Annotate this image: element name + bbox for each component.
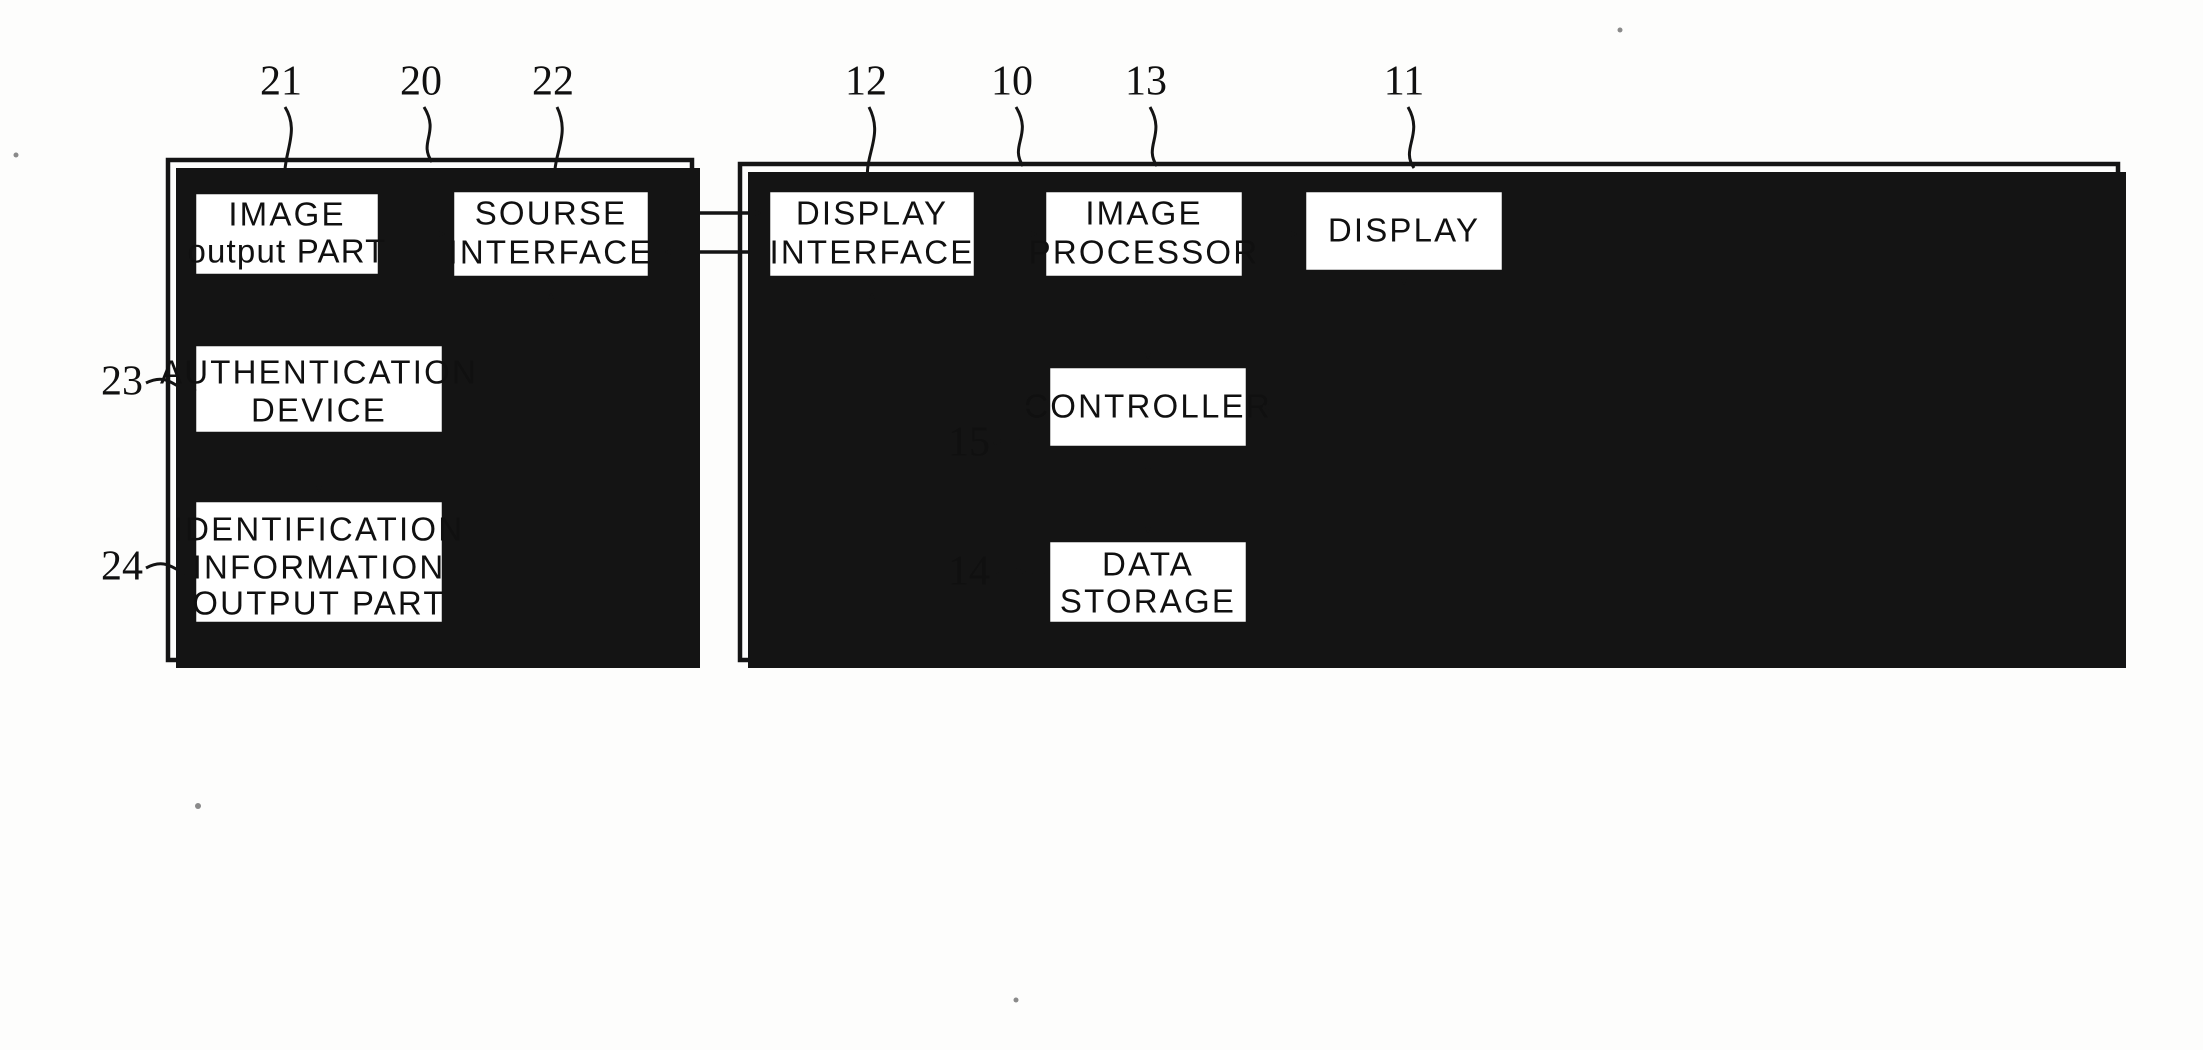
- scan-speck: [1013, 997, 1019, 1003]
- block-data-storage[interactable]: DATA STORAGE: [1045, 537, 1256, 632]
- authentication-device-label-line2: DEVICE: [251, 392, 387, 429]
- identification-output-label-line1: IDENTIFICATION: [174, 511, 465, 548]
- display-interface-label-line1: DISPLAY: [796, 195, 948, 232]
- controller-label: CONTROLLER: [1024, 388, 1272, 425]
- authentication-device-label-line1: AUTHENTICATION: [160, 354, 478, 391]
- scan-speck: [195, 803, 201, 809]
- image-processor-label-line1: IMAGE: [1085, 195, 1202, 232]
- data-storage-label-line2: STORAGE: [1060, 583, 1236, 620]
- block-display[interactable]: DISPLAY: [1301, 187, 1512, 280]
- ref-numeral-23: 23: [101, 359, 143, 405]
- ref-10-leader: [1014, 106, 1025, 167]
- ref-11-group: 11: [1384, 59, 1424, 169]
- ref-numeral-24: 24: [101, 544, 143, 590]
- scan-speck: [13, 152, 19, 158]
- block-sourse-interface[interactable]: SOURSE INTERFACE: [449, 187, 659, 286]
- image-processor-label-line2: PROCESSOR: [1029, 234, 1260, 271]
- scan-speck: [1617, 27, 1623, 33]
- ref-numeral-22: 22: [532, 59, 574, 105]
- ref-numeral-11: 11: [1384, 59, 1424, 105]
- ref-12-group: 12: [845, 59, 887, 191]
- ref-numeral-15: 15: [948, 420, 990, 466]
- ref-20-leader: [422, 106, 434, 163]
- identification-output-label-line3: OUTPUT PART: [192, 585, 445, 622]
- ref-20-group: 20: [400, 59, 442, 163]
- sourse-interface-label-line1: SOURSE: [475, 195, 628, 232]
- ref-numeral-13: 13: [1125, 59, 1167, 105]
- ref-numeral-21: 21: [260, 59, 302, 105]
- ref-numeral-10: 10: [991, 59, 1033, 105]
- display-interface-label-line2: INTERFACE: [770, 234, 975, 271]
- block-controller[interactable]: CONTROLLER: [1024, 363, 1272, 456]
- ref-11-leader: [1406, 106, 1416, 169]
- image-output-part-label-line1: IMAGE: [228, 196, 345, 233]
- sourse-interface-label-line2: INTERFACE: [449, 234, 654, 271]
- block-identification-information-output-part[interactable]: IDENTIFICATION INFORMATION OUTPUT PART: [174, 497, 465, 632]
- ref-10-group: 10: [991, 59, 1033, 167]
- ref-numeral-14: 14: [948, 549, 990, 595]
- data-storage-label-line1: DATA: [1102, 546, 1194, 583]
- block-diagram-canvas: IMAGE output PART SOURSE INTERFACE AUTHE…: [13, 27, 2126, 1003]
- ref-13-group: 13: [1125, 59, 1167, 167]
- block-authentication-device[interactable]: AUTHENTICATION DEVICE: [160, 341, 478, 442]
- block-image-processor[interactable]: IMAGE PROCESSOR: [1029, 187, 1260, 286]
- identification-output-label-line2: INFORMATION: [193, 549, 446, 586]
- display-label: DISPLAY: [1328, 212, 1480, 249]
- ref-13-leader: [1148, 106, 1159, 167]
- ref-numeral-12: 12: [845, 59, 887, 105]
- block-image-output-part[interactable]: IMAGE output PART: [187, 189, 388, 284]
- image-output-part-label-line2: output PART: [187, 233, 386, 270]
- ref-numeral-20: 20: [400, 59, 442, 105]
- patent-figure: IMAGE output PART SOURSE INTERFACE AUTHE…: [0, 0, 2203, 1050]
- block-display-interface[interactable]: DISPLAY INTERFACE: [765, 187, 984, 286]
